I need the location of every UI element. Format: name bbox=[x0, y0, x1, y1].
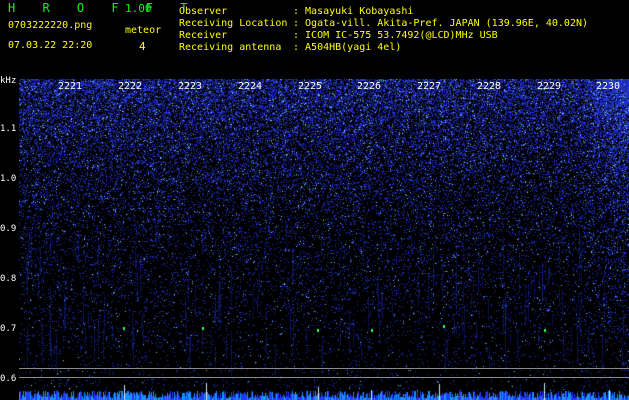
freq-tick-label: 0.8 bbox=[0, 274, 17, 284]
freq-tick-label: 1.0 bbox=[0, 174, 17, 184]
file-name: 0703222220.png bbox=[8, 20, 93, 31]
time-tick-label: 2222 bbox=[118, 81, 143, 92]
meteor-label: meteor bbox=[125, 25, 162, 36]
baseline-line bbox=[19, 377, 629, 378]
station-info-labels: Observer Receiving Location Receiver Rec… bbox=[179, 6, 288, 53]
time-tick-label: 2227 bbox=[417, 81, 442, 92]
spectrogram bbox=[19, 79, 629, 400]
time-tick-label: 2226 bbox=[357, 81, 382, 92]
hroft-window: H R O F F T 1.00 0703222220.png meteor 0… bbox=[0, 0, 629, 400]
time-tick-label: 2224 bbox=[238, 81, 263, 92]
time-tick-label: 2225 bbox=[298, 81, 323, 92]
freq-tick-label: 1.1 bbox=[0, 124, 17, 134]
time-tick-label: 2229 bbox=[537, 81, 562, 92]
station-info-values: : Masayuki Kobayashi : Ogata-vill. Akita… bbox=[293, 6, 589, 53]
meteor-count: 4 bbox=[139, 40, 146, 53]
time-tick-label: 2228 bbox=[477, 81, 502, 92]
app-title: H R O F F T bbox=[8, 1, 198, 15]
baseline-line bbox=[19, 368, 629, 369]
freq-unit-label: kHz bbox=[0, 76, 17, 86]
time-tick-label: 2230 bbox=[596, 81, 621, 92]
time-tick-label: 2223 bbox=[178, 81, 203, 92]
spectrogram-canvas bbox=[19, 79, 629, 400]
freq-tick-label: 0.7 bbox=[0, 324, 17, 334]
time-tick-label: 2221 bbox=[58, 81, 83, 92]
date-time: 07.03.22 22:20 bbox=[8, 40, 93, 51]
freq-tick-label: 0.9 bbox=[0, 224, 17, 234]
app-version: 1.00 bbox=[125, 2, 152, 15]
freq-tick-label: 0.6 bbox=[0, 374, 17, 384]
